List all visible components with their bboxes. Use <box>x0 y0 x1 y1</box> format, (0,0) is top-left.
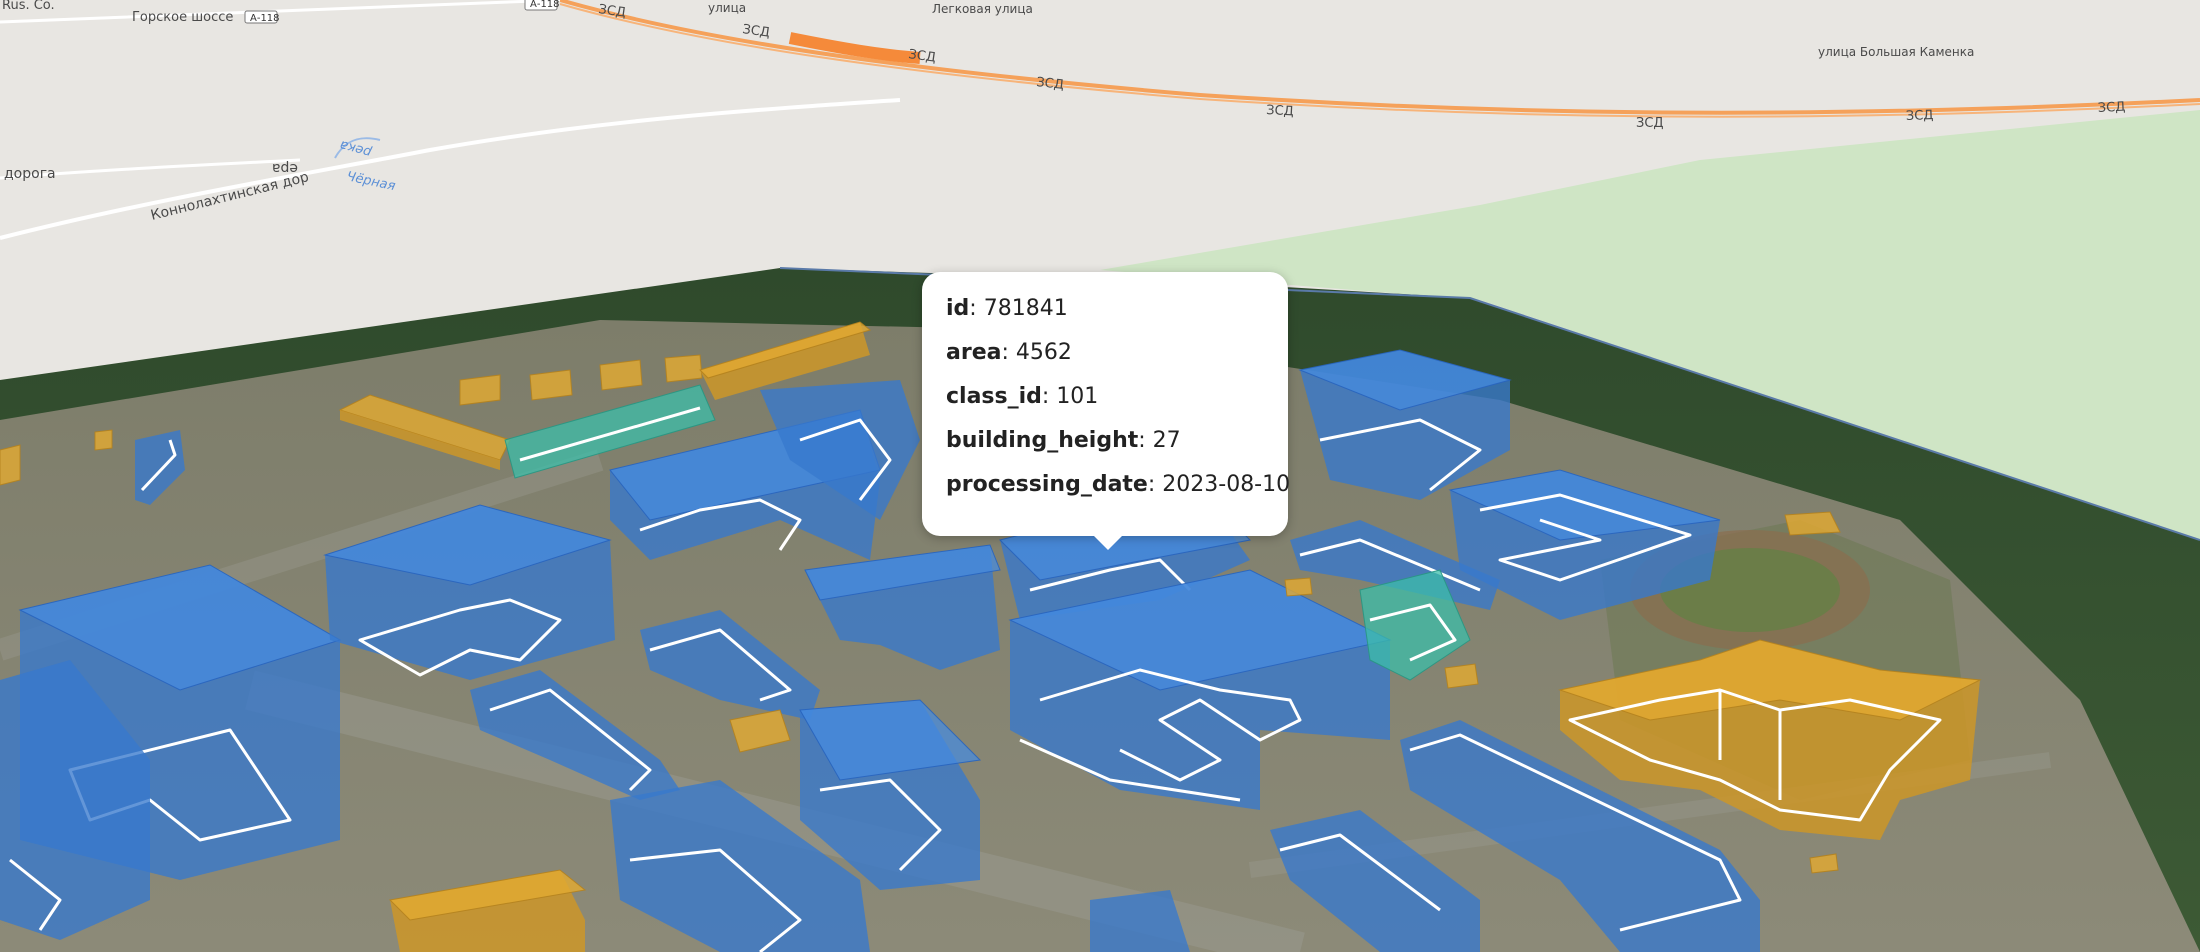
popup-value: 4562 <box>1015 340 1072 365</box>
popup-row-class-id: class_id: 101 <box>946 384 1099 409</box>
street-label-ulitsa: улица <box>708 1 746 15</box>
popup-key: building_height <box>946 428 1139 453</box>
street-label-legkovaya: Легковая улица <box>932 2 1033 16</box>
popup-value: 27 <box>1152 428 1181 453</box>
popup-row-building-height: building_height: 27 <box>946 428 1181 453</box>
zsd-label-7: ЗСД <box>1906 108 1934 124</box>
route-shield-a118-2: А-118 <box>524 0 560 11</box>
street-label-bolshaya-kamenka: улица Большая Каменка <box>1818 45 1974 59</box>
road-label-era: ера <box>272 160 298 176</box>
popup-value: 2023-08-10 <box>1162 472 1291 497</box>
zsd-label-6: ЗСД <box>1636 116 1664 131</box>
popup-value: 101 <box>1056 384 1099 409</box>
zsd-label-4: ЗСД <box>1036 75 1065 93</box>
road-label-gorskoe: Горское шоссе <box>132 10 233 25</box>
popup-key: id <box>946 296 970 321</box>
zsd-label-8: ЗСД <box>2097 100 2125 116</box>
zsd-label-5: ЗСД <box>1266 103 1294 119</box>
popup-row-id: id: 781841 <box>946 296 1068 321</box>
popup-row-processing-date: processing_date: 2023-08-10 <box>946 472 1291 497</box>
popup-key: processing_date <box>946 472 1148 497</box>
popup-key: class_id <box>946 384 1042 409</box>
attribution-text: Rus. Co. <box>2 0 55 13</box>
road-label-doroga: дорога <box>4 166 56 182</box>
popup-row-area: area: 4562 <box>946 340 1072 365</box>
popup-value: 781841 <box>983 296 1068 321</box>
feature-info-popup: id: 781841 area: 4562 class_id: 101 buil… <box>922 272 1291 550</box>
route-shield-a118-1: А-118 <box>244 10 280 24</box>
svg-text:А-118: А-118 <box>530 0 560 10</box>
popup-key: area <box>946 340 1002 365</box>
svg-text:А-118: А-118 <box>250 13 280 24</box>
